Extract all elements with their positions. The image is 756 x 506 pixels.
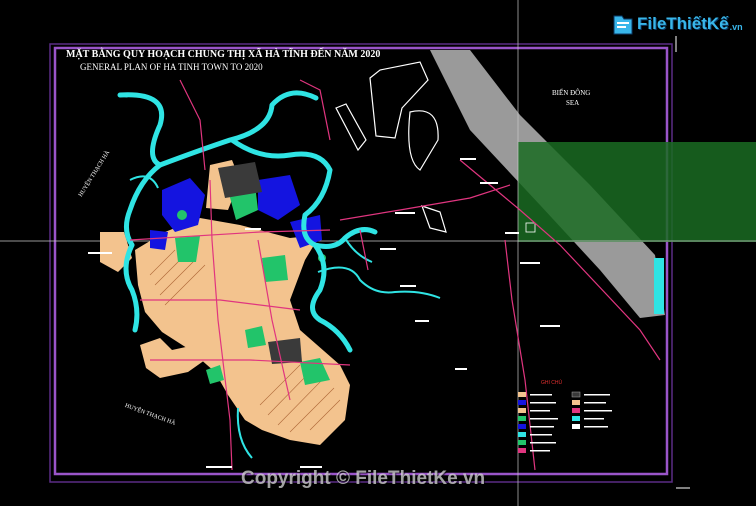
edge-ticks: [675, 36, 690, 489]
sea-label-vi: BIỂN ĐÔNG: [552, 89, 591, 97]
drawing-title-vi: MẶT BẰNG QUY HOẠCH CHUNG THỊ XÃ HÀ TĨNH …: [66, 49, 381, 60]
logo-text: FileThiếtKế: [637, 14, 729, 33]
logo-domain: .vn: [729, 22, 743, 32]
sea-label-en: SEA: [566, 99, 580, 107]
cad-viewport[interactable]: [0, 0, 756, 506]
legend-title: GHI CHÚ: [541, 380, 563, 386]
logo-folder-icon: [612, 10, 634, 38]
drawing-title-en: GENERAL PLAN OF HA TINH TOWN TO 2020: [80, 62, 263, 72]
plan-drawing: [0, 0, 756, 506]
brand-logo[interactable]: FileThiếtKế .vn: [612, 10, 743, 38]
sea-edge-marker: [654, 258, 664, 314]
copyright-watermark: Copyright © FileThietKe.vn: [241, 468, 486, 489]
coastal-structures: [335, 61, 447, 233]
selection-band: [518, 142, 756, 242]
